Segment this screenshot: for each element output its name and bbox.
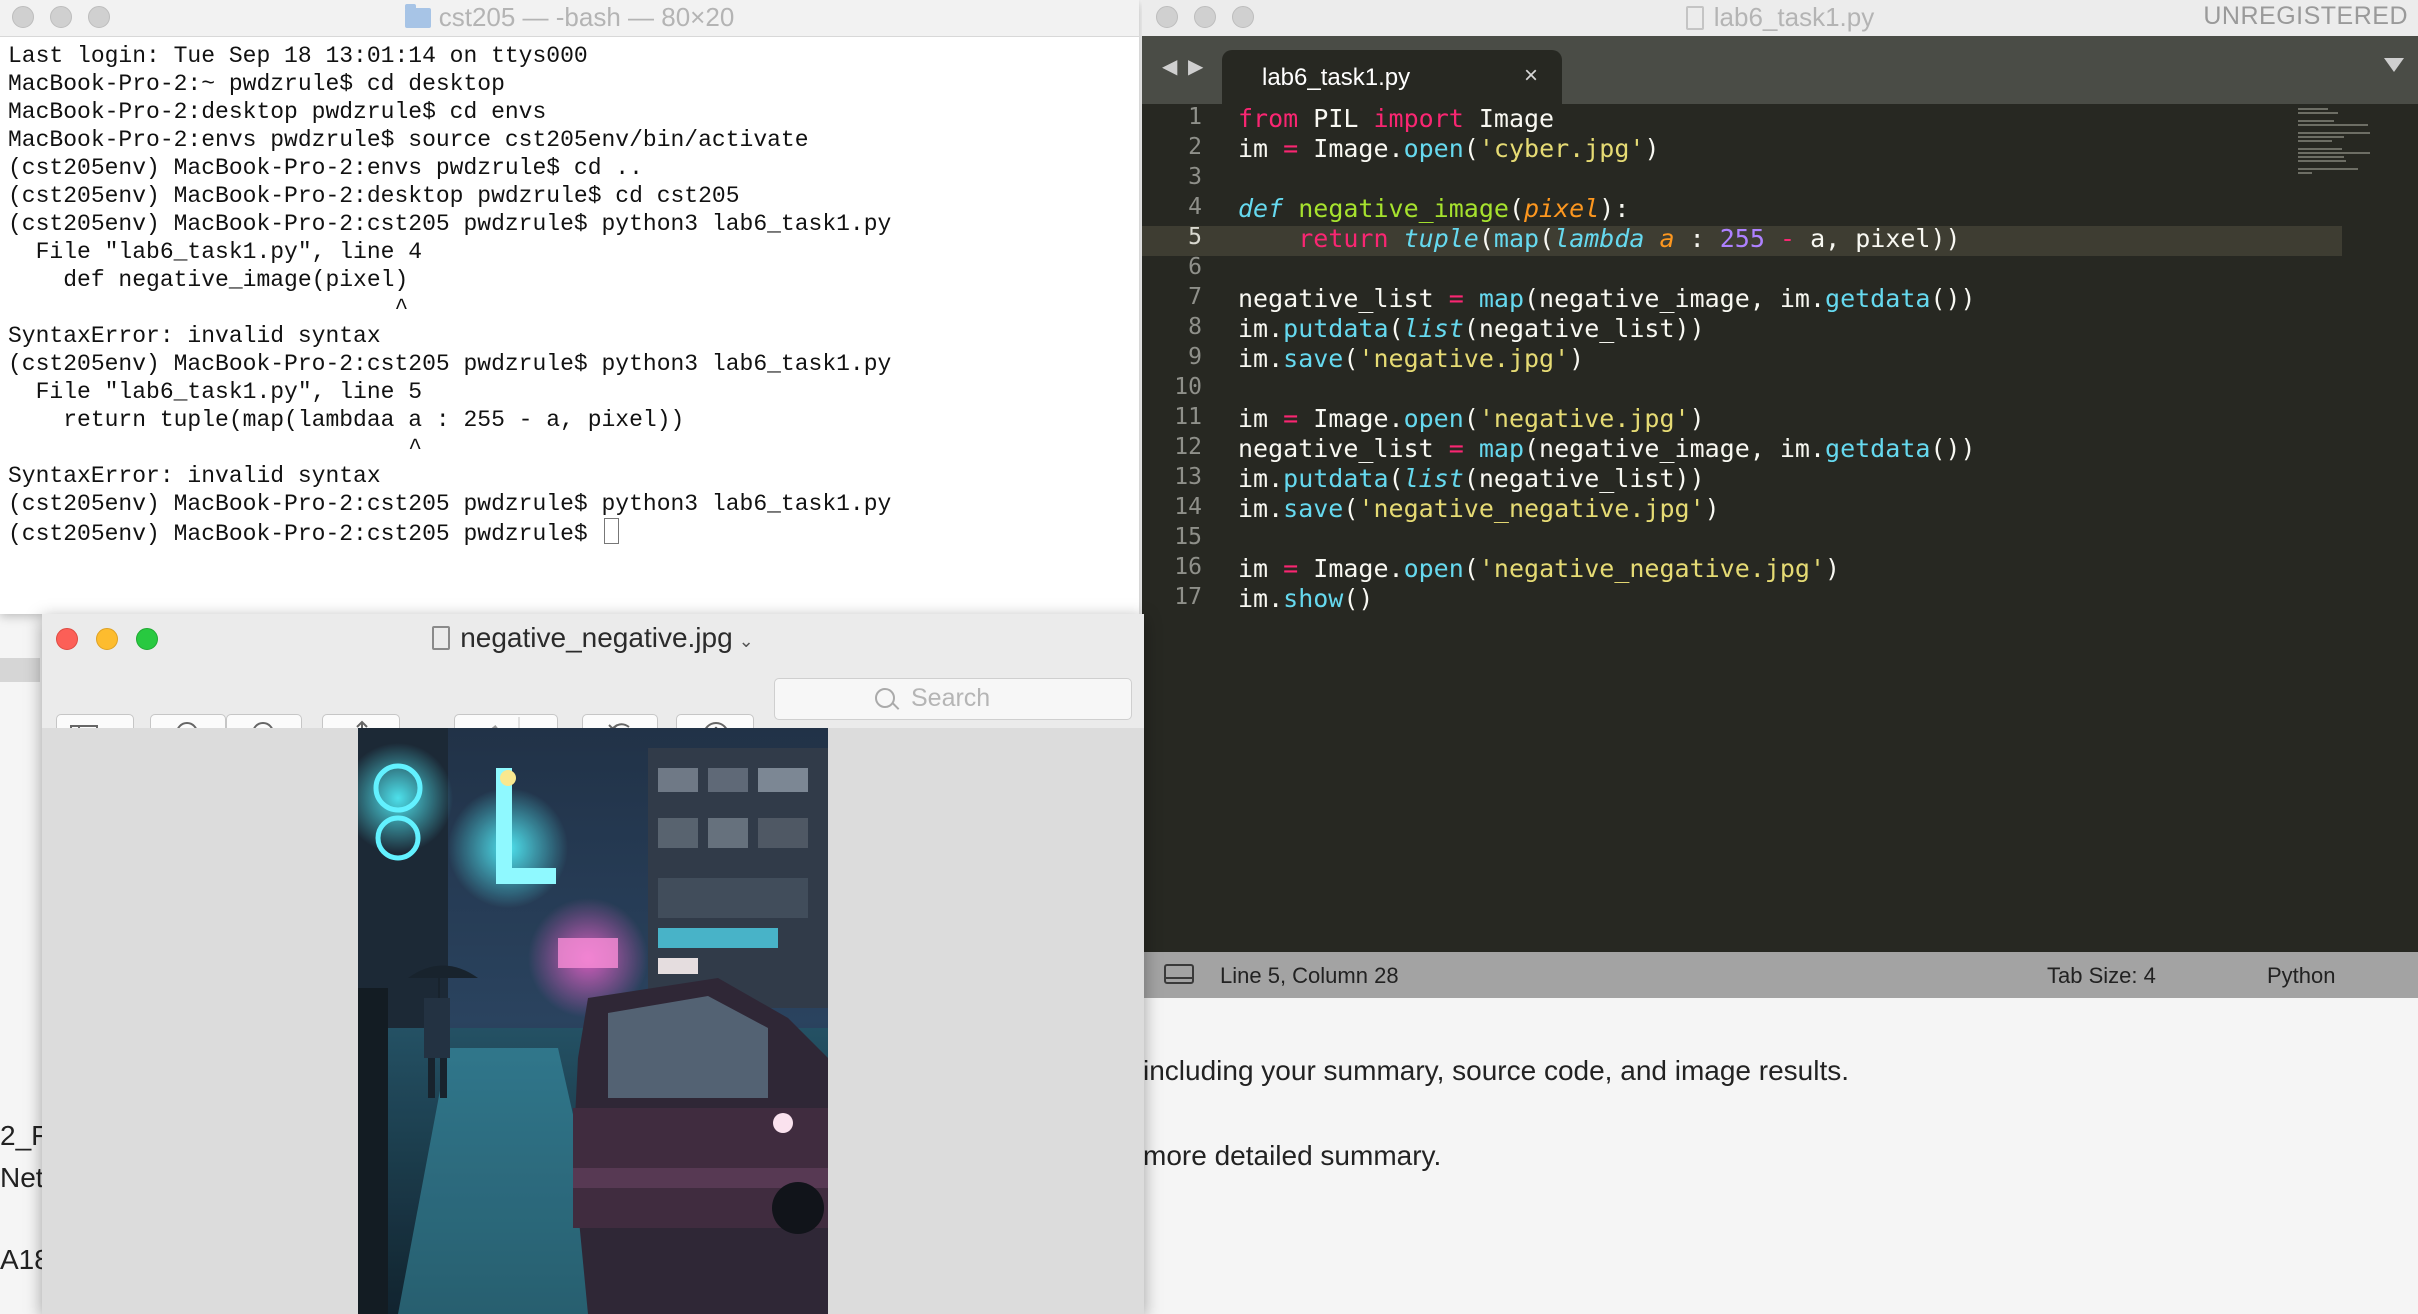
line-number: 11 [1174,404,1202,430]
code-line-14: im.save('negative_negative.jpg') [1238,494,1720,523]
tab-close-icon[interactable]: × [1524,62,1538,90]
code-line-17: im.show() [1238,584,1374,613]
panel-toggle-icon[interactable] [1164,964,1194,984]
line-number: 15 [1174,524,1202,550]
search-icon [875,688,895,708]
code-line-7: negative_list = map(negative_image, im.g… [1238,284,1976,313]
status-bar: Line 5, Column 28 Tab Size: 4 Python [1142,952,2418,998]
tab-label: lab6_task1.py [1262,64,1411,91]
terminal-line: (cst205env) MacBook-Pro-2:envs pwdzrule$… [8,155,643,181]
code-line-5: return tuple(map(lambda a : 255 - a, pix… [1298,224,1961,253]
code-line-11: im = Image.open('negative.jpg') [1238,404,1705,433]
python-file-icon [1685,6,1704,30]
line-number: 12 [1174,434,1202,460]
line-number: 13 [1174,464,1202,490]
preview-toolbar: Search [42,664,1144,756]
terminal-line: Last login: Tue Sep 18 13:01:14 on ttys0… [8,43,588,69]
preview-image[interactable] [358,728,828,1314]
code-line-2: im = Image.open('cyber.jpg') [1238,134,1660,163]
sublime-titlebar[interactable]: lab6_task1.py UNREGISTERED [1142,0,2418,36]
minimap[interactable] [2298,104,2378,184]
nav-forward-icon[interactable]: ▶ [1188,54,1203,79]
terminal-line: MacBook-Pro-2:desktop pwdzrule$ cd envs [8,99,547,125]
terminal-line: ^ [8,435,423,461]
terminal-title: cst205 — -bash — 80×20 [0,2,1139,33]
terminal-line: (cst205env) MacBook-Pro-2:cst205 pwdzrul… [8,351,892,377]
tab-lab6-task1[interactable]: lab6_task1.py × [1222,50,1562,104]
preview-titlebar[interactable]: negative_negative.jpg ⌄ [42,614,1144,664]
terminal-line: File "lab6_task1.py", line 4 [8,239,423,265]
line-number: 16 [1174,554,1202,580]
search-field[interactable]: Search [774,678,1132,720]
code-line-16: im = Image.open('negative_negative.jpg') [1238,554,1841,583]
terminal-line: MacBook-Pro-2:~ pwdzrule$ cd desktop [8,71,505,97]
terminal-line: ^ [8,295,409,321]
terminal-line: (cst205env) MacBook-Pro-2:desktop pwdzru… [8,183,740,209]
cursor-position: Line 5, Column 28 [1220,963,1399,988]
line-number: 2 [1188,134,1202,160]
preview-title[interactable]: negative_negative.jpg ⌄ [42,622,1144,654]
code-line-13: im.putdata(list(negative_list)) [1238,464,1705,493]
line-number: 4 [1188,194,1202,220]
terminal-line: def negative_image(pixel) [8,267,409,293]
preview-title-text: negative_negative.jpg [460,622,733,653]
line-number: 7 [1188,284,1202,310]
terminal-output[interactable]: Last login: Tue Sep 18 13:01:14 on ttys0… [8,42,1129,547]
line-number: 9 [1188,344,1202,370]
line-number: 5 [1188,224,1202,250]
search-placeholder: Search [911,684,991,712]
terminal-cursor [603,518,619,544]
terminal-title-text: cst205 — -bash — 80×20 [438,2,735,32]
line-number: 1 [1188,104,1202,130]
syntax-selector[interactable]: Python [2267,963,2336,989]
background-strip [0,658,40,682]
sublime-title-text: lab6_task1.py [1713,2,1875,32]
document-icon [432,626,451,650]
terminal-line: MacBook-Pro-2:envs pwdzrule$ source cst2… [8,127,809,153]
background-text-line-1: including your summary, source code, and… [1143,1055,1850,1086]
tab-menu-dropdown-icon[interactable] [2384,58,2404,72]
sublime-window[interactable]: lab6_task1.py UNREGISTERED ◀ ▶ lab6_task… [1142,0,2418,998]
terminal-titlebar[interactable]: cst205 — -bash — 80×20 [0,0,1139,37]
tab-bar: ◀ ▶ lab6_task1.py × [1142,36,2418,104]
preview-window[interactable]: negative_negative.jpg ⌄ Search [42,614,1144,1314]
terminal-line: File "lab6_task1.py", line 5 [8,379,423,405]
line-number: 3 [1188,164,1202,190]
terminal-line: SyntaxError: invalid syntax [8,463,381,489]
nav-back-icon[interactable]: ◀ [1162,54,1177,79]
code-line-9: im.save('negative.jpg') [1238,344,1585,373]
terminal-line: SyntaxError: invalid syntax [8,323,381,349]
terminal-line: (cst205env) MacBook-Pro-2:cst205 pwdzrul… [8,491,892,517]
code-line-12: negative_list = map(negative_image, im.g… [1238,434,1976,463]
line-number: 14 [1174,494,1202,520]
terminal-prompt-line[interactable]: (cst205env) MacBook-Pro-2:cst205 pwdzrul… [8,518,1129,547]
code-line-1: from PIL import Image [1238,104,1555,133]
background-text-fragment-1: 2_F [0,1120,49,1151]
line-number: 10 [1174,374,1202,400]
tab-size-selector[interactable]: Tab Size: 4 [2047,963,2156,989]
photo-icon [358,728,828,1314]
folder-icon [404,4,431,28]
terminal-window[interactable]: cst205 — -bash — 80×20 Last login: Tue S… [0,0,1139,614]
terminal-line: (cst205env) MacBook-Pro-2:cst205 pwdzrul… [8,211,892,237]
chevron-down-icon[interactable]: ⌄ [739,631,754,651]
code-line-8: im.putdata(list(negative_list)) [1238,314,1705,343]
line-number: 6 [1188,254,1202,280]
code-line-4: def negative_image(pixel): [1238,194,1630,223]
line-number: 8 [1188,314,1202,340]
background-text-line-2: more detailed summary. [1143,1140,1442,1171]
terminal-prompt: (cst205env) MacBook-Pro-2:cst205 pwdzrul… [8,521,602,547]
line-number: 17 [1174,584,1202,610]
terminal-line: return tuple(map(lambdaa a : 255 - a, pi… [8,407,685,433]
unregistered-label: UNREGISTERED [2203,2,2408,30]
